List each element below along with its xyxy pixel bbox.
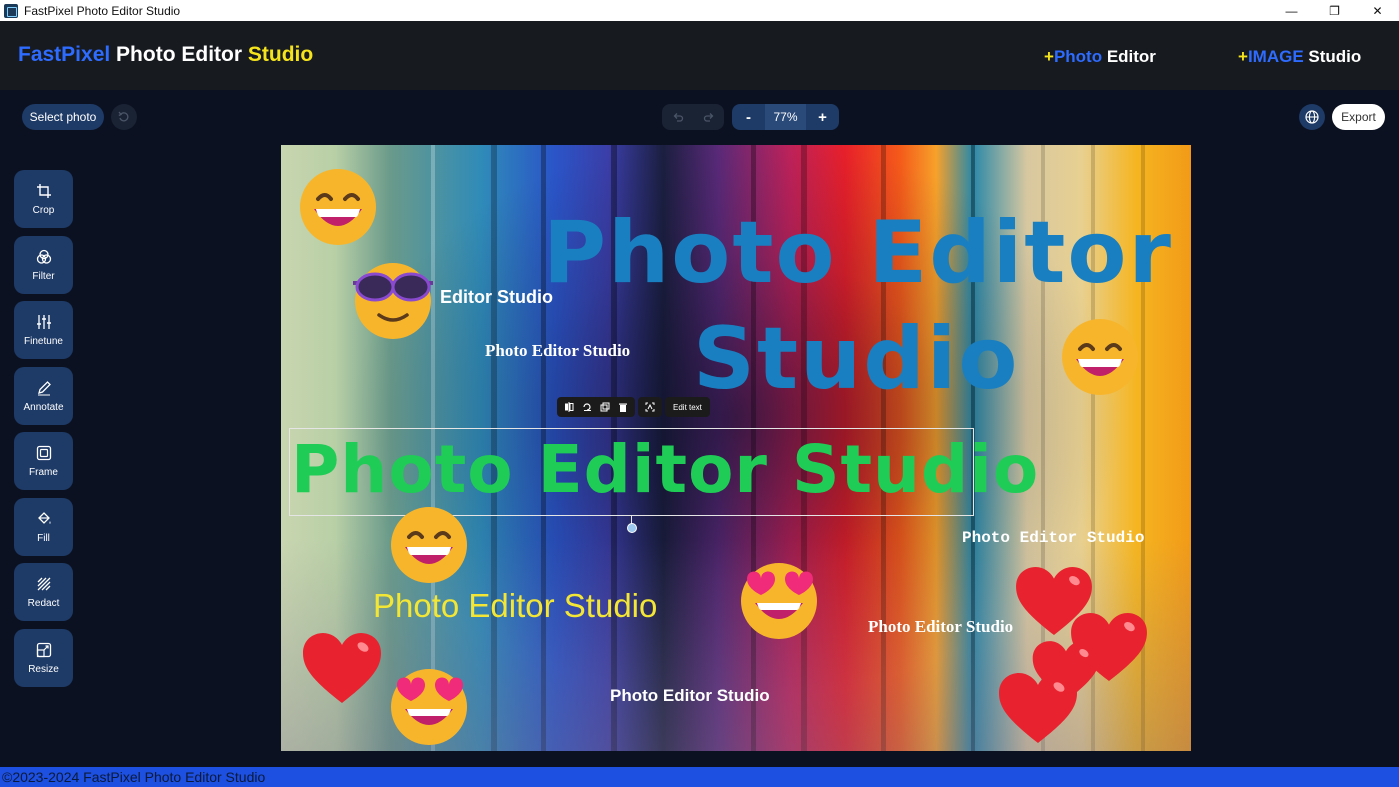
nav-plus: + [1238, 47, 1248, 66]
tool-label: Annotate [23, 401, 64, 413]
grinning-face-emoji[interactable] [1060, 317, 1140, 397]
selection-box[interactable] [289, 428, 974, 516]
sunglasses-face-emoji[interactable] [349, 257, 437, 341]
globe-icon [1305, 110, 1319, 124]
frame-icon [36, 445, 51, 460]
language-button[interactable] [1299, 104, 1325, 130]
edit-text-group: Edit text [665, 397, 710, 417]
grinning-face-emoji[interactable] [389, 505, 469, 585]
nav-highlight: IMAGE [1247, 47, 1304, 66]
resize-icon [36, 642, 51, 657]
rotate-button[interactable] [578, 397, 596, 417]
undo-button[interactable] [662, 104, 693, 130]
fill-icon [37, 511, 50, 524]
heart-eyes-emoji[interactable] [387, 663, 471, 747]
zoom-control: - 77% + [732, 104, 839, 130]
redact-icon [37, 577, 50, 590]
duplicate-button[interactable] [596, 397, 614, 417]
revert-button[interactable] [111, 104, 137, 130]
heart-eyes-emoji[interactable] [737, 557, 821, 641]
tool-fill[interactable]: Fill [14, 498, 73, 556]
history-group [662, 104, 724, 130]
tool-label: Crop [32, 204, 55, 216]
mono-text[interactable]: Photo Editor Studio [962, 529, 1144, 547]
tool-label: Finetune [24, 335, 63, 347]
crop-icon [36, 183, 51, 198]
tool-frame[interactable]: Frame [14, 432, 73, 490]
delete-button[interactable] [614, 397, 632, 417]
red-heart-emoji[interactable] [301, 631, 383, 705]
tool-label: Resize [28, 663, 59, 675]
rotate-icon [583, 403, 591, 411]
tool-resize[interactable]: Resize [14, 629, 73, 687]
redo-icon [703, 113, 713, 122]
zoom-out-button[interactable]: - [732, 104, 765, 130]
nav-image-studio[interactable]: +IMAGE Studio [1238, 47, 1361, 67]
duplicate-icon [600, 402, 610, 412]
text-floating-toolbar: Edit text [557, 397, 710, 417]
text-fit-group [638, 397, 662, 417]
tool-label: Filter [32, 270, 55, 282]
zoom-value[interactable]: 77% [765, 104, 806, 130]
red-heart-emoji[interactable] [997, 671, 1079, 745]
tool-filter[interactable]: Filter [14, 236, 73, 294]
finetune-icon [36, 314, 51, 329]
app-header: FastPixel Photo Editor Studio +Photo Edi… [0, 21, 1399, 90]
restore-button[interactable]: ❐ [1313, 0, 1356, 21]
big-title-text-2[interactable]: Studio [693, 309, 1019, 409]
window-controls: — ❐ ✕ [1270, 0, 1399, 21]
nav-plus: + [1044, 47, 1054, 66]
rotate-handle[interactable] [627, 523, 637, 533]
flip-icon [565, 402, 574, 412]
flip-button[interactable] [560, 397, 578, 417]
tool-label: Frame [29, 466, 58, 478]
footer: ©2023-2024 FastPixel Photo Editor Studio [0, 767, 1399, 787]
yellow-text[interactable]: Photo Editor Studio [373, 587, 657, 625]
select-photo-button[interactable]: Select photo [22, 104, 104, 130]
bottom-text[interactable]: Photo Editor Studio [610, 686, 770, 706]
brand-logo: FastPixel Photo Editor Studio [18, 43, 313, 67]
filter-icon [36, 249, 51, 264]
brand-part2: Photo Editor [110, 43, 248, 66]
close-button[interactable]: ✕ [1356, 0, 1399, 21]
brand-part1: FastPixel [18, 43, 111, 66]
big-title-text[interactable]: Photo Editor [543, 203, 1173, 303]
edit-text-button[interactable]: Edit text [668, 403, 707, 412]
fit-button[interactable] [641, 397, 659, 417]
fit-icon [645, 402, 655, 412]
trash-icon [619, 403, 627, 412]
window-title: FastPixel Photo Editor Studio [24, 3, 181, 18]
nav-rest: Studio [1303, 47, 1362, 66]
export-button[interactable]: Export [1332, 104, 1385, 130]
redo-button[interactable] [693, 104, 724, 130]
photo-canvas[interactable]: Photo Editor Studio Editor Studio Photo … [281, 145, 1191, 751]
tool-crop[interactable]: Crop [14, 170, 73, 228]
annotate-icon [37, 380, 51, 395]
zoom-in-button[interactable]: + [806, 104, 839, 130]
text-photo-editor-studio-serif[interactable]: Photo Editor Studio [485, 341, 630, 361]
text-actions-group [557, 397, 635, 417]
tool-finetune[interactable]: Finetune [14, 301, 73, 359]
tool-annotate[interactable]: Annotate [14, 367, 73, 425]
nav-rest: Editor [1102, 47, 1156, 66]
tool-label: Fill [37, 532, 50, 544]
window-titlebar: FastPixel Photo Editor Studio — ❐ ✕ [0, 0, 1399, 21]
undo-icon [673, 113, 683, 122]
tool-label: Redact [27, 597, 60, 609]
grinning-face-emoji[interactable] [298, 167, 378, 247]
minimize-button[interactable]: — [1270, 0, 1313, 21]
text-editor-studio[interactable]: Editor Studio [440, 287, 553, 308]
nav-photo-editor[interactable]: +Photo Editor [1044, 47, 1156, 67]
brand-part3: Studio [247, 43, 314, 66]
tool-redact[interactable]: Redact [14, 563, 73, 621]
revert-icon [118, 111, 129, 122]
serif-text-right[interactable]: Photo Editor Studio [868, 617, 1013, 637]
app-icon [4, 3, 18, 18]
nav-highlight: Photo [1053, 47, 1103, 66]
